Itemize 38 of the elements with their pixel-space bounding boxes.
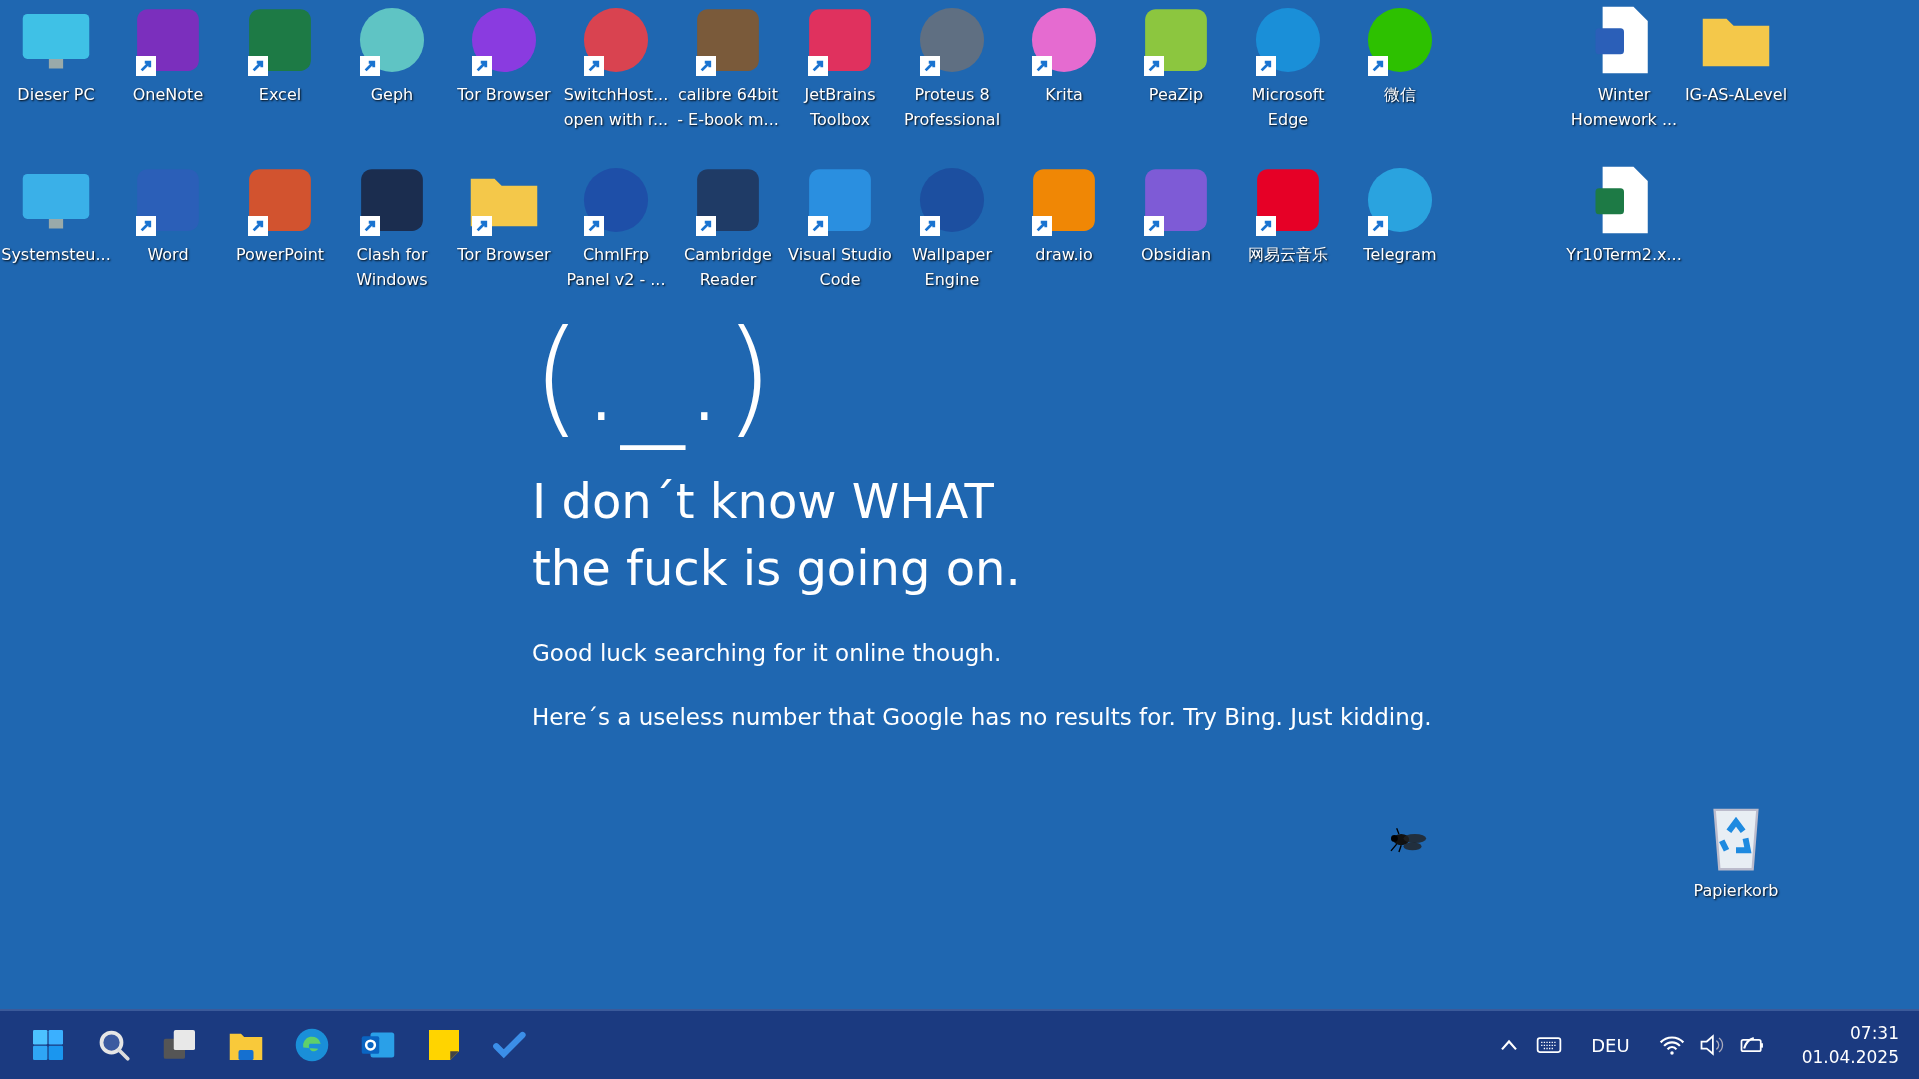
desktop-shortcut[interactable]: Telegram <box>1344 162 1456 267</box>
desktop-shortcut[interactable]: PowerPoint <box>224 162 336 267</box>
desktop-shortcut[interactable]: OneNote <box>112 2 224 107</box>
desktop-shortcut[interactable]: Geph <box>336 2 448 107</box>
desktop-shortcut[interactable]: calibre 64bit - E-book m... <box>672 2 784 132</box>
error-message: Here´s a useless number that Google has no results for. Try Bing. Just kidding. <box>532 704 1432 730</box>
desktop-shortcut[interactable]: Proteus 8 Professional <box>896 2 1008 132</box>
error-headline: I don´t know WHAT the fuck is going on. <box>532 472 1021 598</box>
desktop-shortcut[interactable]: SwitchHost... open with r... <box>560 2 672 132</box>
desktop-shortcut[interactable]: Dieser PC <box>0 2 112 107</box>
desktop-shortcut[interactable]: Yr10Term2.x... <box>1568 162 1680 267</box>
desktop-shortcut[interactable]: Wallpaper Engine <box>896 162 1008 292</box>
desktop-shortcut[interactable]: Cambridge Reader <box>672 162 784 292</box>
desktop-shortcut[interactable]: PeaZip <box>1120 2 1232 107</box>
recycle-bin[interactable]: Papierkorb <box>1680 798 1792 903</box>
error-message: Good luck searching for it online though. <box>532 640 1002 666</box>
desktop-shortcut[interactable]: JetBrains Toolbox <box>784 2 896 132</box>
desktop-shortcut[interactable]: Winter Homework ... <box>1568 2 1680 132</box>
emoticon-text: (._.) <box>532 302 774 452</box>
desktop-shortcut[interactable]: Tor Browser <box>448 2 560 107</box>
desktop-shortcut[interactable]: Word <box>112 162 224 267</box>
desktop-shortcut[interactable]: Clash for Windows <box>336 162 448 292</box>
desktop-shortcut[interactable]: Excel <box>224 2 336 107</box>
desktop-shortcut[interactable]: Tor Browser <box>448 162 560 267</box>
desktop-shortcut[interactable]: draw.io <box>1008 162 1120 267</box>
desktop-shortcut[interactable]: 微信 <box>1344 2 1456 107</box>
desktop-shortcut[interactable]: 网易云音乐 <box>1232 162 1344 267</box>
date-text: 01.04.2025 <box>1801 1046 1899 1069</box>
language-indicator[interactable]: DEU <box>1591 1034 1630 1056</box>
clock[interactable]: 07:31 01.04.2025 <box>1801 1021 1907 1069</box>
desktop-shortcut[interactable]: Systemsteu... <box>0 162 112 267</box>
desktop-shortcut[interactable]: Obsidian <box>1120 162 1232 267</box>
desktop-shortcut[interactable]: ChmlFrp Panel v2 - ... <box>560 162 672 292</box>
desktop-shortcut[interactable]: Microsoft Edge <box>1232 2 1344 132</box>
time-text: 07:31 <box>1849 1022 1899 1045</box>
desktop-shortcut[interactable]: Visual Studio Code <box>784 162 896 292</box>
desktop-shortcut[interactable]: IG-AS-ALevel <box>1680 2 1792 107</box>
desktop-shortcut[interactable]: Krita <box>1008 2 1120 107</box>
